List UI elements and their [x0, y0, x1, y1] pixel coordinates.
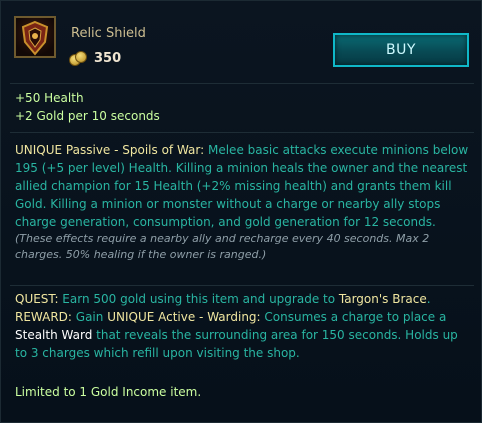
divider — [10, 132, 474, 133]
reward-text2: Consumes a charge to place a — [260, 310, 447, 324]
relic-shield-icon[interactable] — [14, 16, 56, 58]
quest-target-item: Targon's Brace — [338, 292, 427, 306]
reward-label: REWARD: — [15, 310, 72, 324]
quest-end: . — [426, 292, 431, 306]
buy-button[interactable]: BUY — [333, 33, 469, 67]
reward-text1: Gain — [71, 310, 108, 324]
stealth-ward-link: Stealth Ward — [15, 328, 93, 342]
passive-note: (These effects require a nearby ally and… — [15, 232, 430, 261]
quest-label: QUEST: — [15, 292, 59, 306]
passive-description: UNIQUE Passive - Spoils of War: Melee ba… — [15, 141, 469, 263]
divider — [10, 285, 474, 286]
stat-health: +50 Health — [15, 91, 84, 105]
gold-coin-icon — [68, 50, 90, 66]
divider — [10, 83, 474, 84]
stat-gold: +2 Gold per 10 seconds — [15, 109, 160, 123]
reward-active-title: UNIQUE Active - Warding: — [107, 310, 261, 324]
quest-description: QUEST: Earn 500 gold using this item and… — [15, 290, 469, 362]
item-name: Relic Shield — [71, 26, 146, 41]
item-header: Relic Shield 350 BUY — [1, 1, 482, 83]
passive-title: UNIQUE Passive - Spoils of War: — [15, 143, 205, 157]
quest-text: Earn 500 gold using this item and upgrad… — [58, 292, 339, 306]
reward-line: REWARD: Gain UNIQUE Active - Warding: Co… — [15, 308, 469, 362]
item-stats: +50 Health +2 Gold per 10 seconds — [15, 89, 160, 125]
item-price: 350 — [94, 50, 122, 66]
item-tooltip-panel: Relic Shield 350 BUY +50 Health +2 Gold … — [0, 0, 482, 423]
price-row: 350 — [68, 48, 121, 68]
quest-line: QUEST: Earn 500 gold using this item and… — [15, 290, 469, 308]
limit-text: Limited to 1 Gold Income item. — [15, 385, 202, 399]
